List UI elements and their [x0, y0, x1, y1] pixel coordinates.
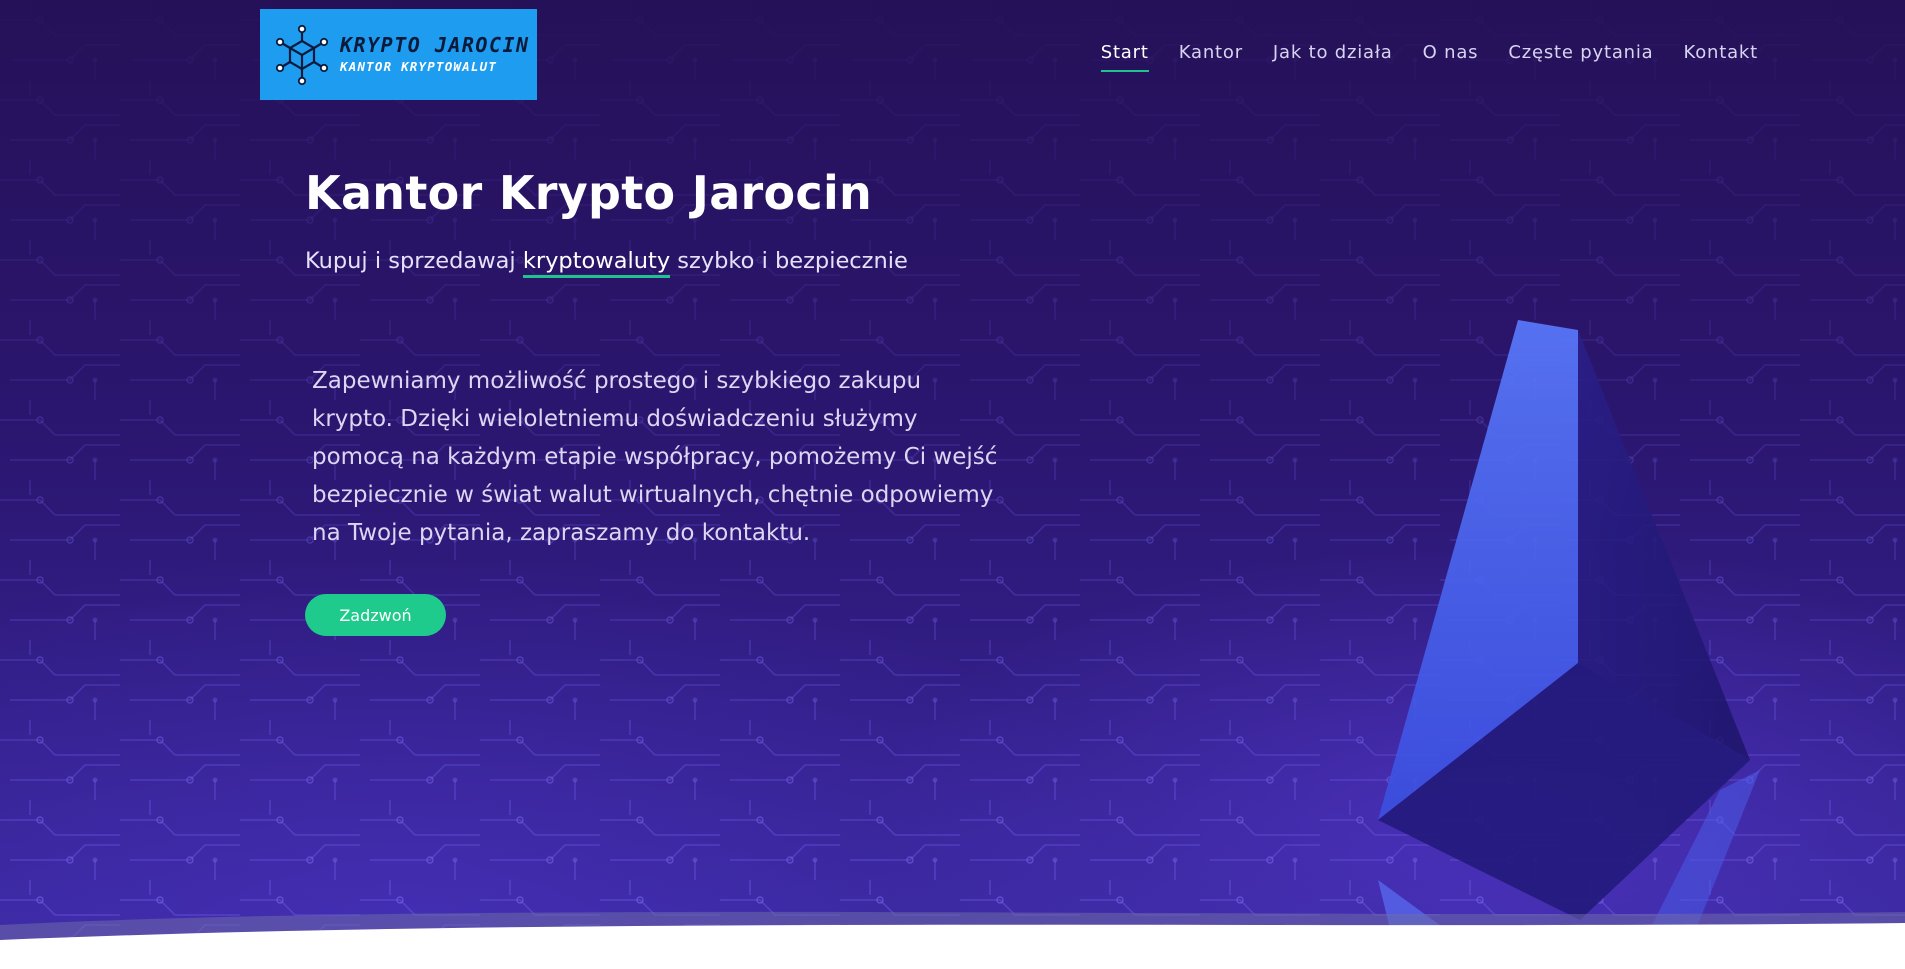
nav-kontakt[interactable]: Kontakt	[1684, 42, 1759, 63]
description-line: Zapewniamy możliwość prostego i szybkieg…	[312, 368, 922, 394]
hero-description: Zapewniamy możliwość prostego i szybkieg…	[312, 362, 1052, 552]
site-logo[interactable]: KRYPTO JAROCIN KANTOR KRYPTOWALUT	[260, 9, 537, 100]
hero-subtitle: Kupuj i sprzedawaj kryptowaluty szybko i…	[305, 248, 908, 278]
bottom-wave	[0, 911, 1905, 969]
site-header: KRYPTO JAROCIN KANTOR KRYPTOWALUT Start …	[0, 0, 1905, 110]
nav-jak-to-dziala[interactable]: Jak to działa	[1273, 42, 1393, 63]
subtitle-text-after: szybko i bezpiecznie	[670, 248, 908, 274]
description-line: na Twoje pytania, zapraszamy do kontaktu…	[312, 520, 811, 546]
logo-subtitle: KANTOR KRYPTOWALUT	[340, 59, 498, 74]
description-line: bezpiecznie w świat walut wirtualnych, c…	[312, 482, 994, 508]
main-nav: Start Kantor Jak to działa O nas Częste …	[1100, 42, 1759, 72]
description-line: pomocą na każdym etapie współpracy, pomo…	[312, 444, 998, 470]
subtitle-highlight: kryptowaluty	[522, 248, 671, 278]
nav-start[interactable]: Start	[1100, 42, 1149, 72]
nav-kantor[interactable]: Kantor	[1179, 42, 1243, 63]
hero-title: Kantor Krypto Jarocin	[305, 166, 873, 220]
nav-o-nas[interactable]: O nas	[1423, 42, 1479, 63]
cube-network-icon	[275, 24, 329, 86]
description-line: krypto. Dzięki wieloletniemu doświadczen…	[312, 406, 918, 432]
subtitle-text-before: Kupuj i sprzedawaj	[305, 248, 523, 274]
logo-title: KRYPTO JAROCIN	[340, 33, 530, 57]
call-button[interactable]: Zadzwoń	[305, 594, 446, 636]
nav-czeste-pytania[interactable]: Częste pytania	[1508, 42, 1653, 63]
ethereum-crystal-icon	[1378, 320, 1760, 969]
